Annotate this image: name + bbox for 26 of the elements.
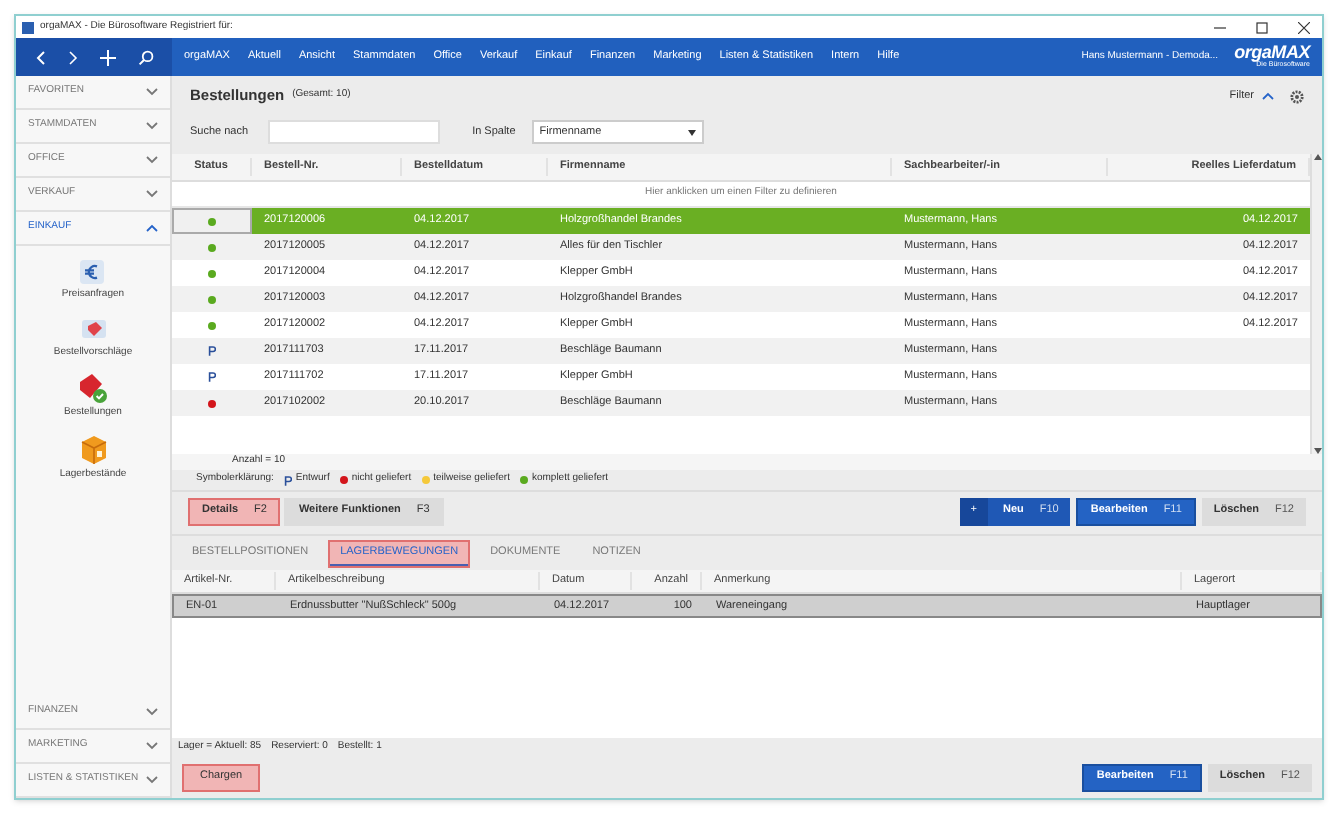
plus-icon[interactable] [99,49,115,65]
back-icon[interactable] [35,49,45,65]
expand-icon [146,776,158,784]
collapse-icon [146,224,158,232]
expand-icon [146,742,158,750]
tag-icon [79,315,107,343]
expand-icon [146,190,158,198]
collapse-icon [1262,92,1274,100]
expand-icon [146,122,158,130]
euro-icon [78,258,107,286]
maximize-icon[interactable] [1256,21,1268,33]
app-icon [22,21,34,33]
dropdown-caret-icon [687,129,696,135]
expand-icon [146,708,158,716]
minimize-icon[interactable] [1214,21,1226,33]
expand-icon [146,156,158,164]
scroll-up-icon[interactable] [1313,154,1321,160]
search-field[interactable] [268,120,441,144]
close-icon[interactable] [1298,21,1310,33]
box-icon [77,433,109,465]
scrollbar[interactable] [1310,154,1322,454]
expand-icon [146,88,158,96]
settings-icon[interactable] [1290,89,1304,103]
forward-icon[interactable] [67,49,77,65]
search-icon[interactable] [137,49,153,65]
tag-check-icon [76,372,109,404]
